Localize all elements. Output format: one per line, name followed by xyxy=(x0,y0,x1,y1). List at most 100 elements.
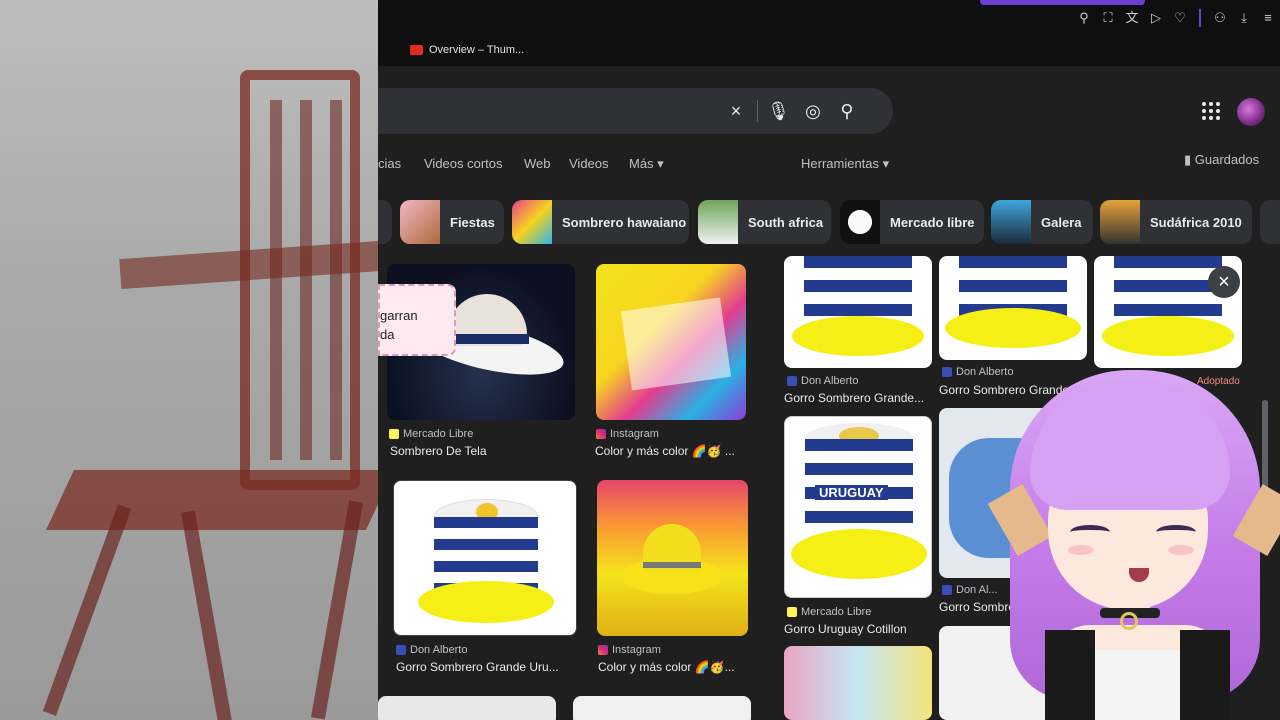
menu-icon[interactable]: ≡ xyxy=(1260,10,1276,26)
microphone-icon[interactable]: 🎙 xyxy=(767,100,790,122)
screenshot-icon[interactable]: ⛶ xyxy=(1100,10,1116,26)
avatar-eye xyxy=(1070,525,1110,539)
tab-videos[interactable]: Videos xyxy=(569,156,609,171)
chip-thumbnail xyxy=(1100,200,1140,244)
result-card[interactable]: Instagram Color y más color 🌈🥳 ... xyxy=(588,256,753,466)
chip-thumbnail xyxy=(698,200,738,244)
webcam-overlay xyxy=(0,0,378,720)
pin-icon[interactable]: ⚲ xyxy=(1076,10,1092,26)
vtuber-avatar-overlay xyxy=(930,340,1280,720)
overlay-line: da xyxy=(380,327,395,342)
preview-source: Don Alberto xyxy=(787,375,858,387)
youtube-icon xyxy=(410,45,423,55)
preview-title[interactable]: Gorro Sombrero Grande... xyxy=(784,391,934,405)
preview-title[interactable]: Gorro Uruguay Cotillon xyxy=(784,622,934,636)
result-image[interactable] xyxy=(597,480,748,636)
saved-button[interactable]: ▮ Guardados xyxy=(1184,152,1259,168)
toolbar-icons: ⚲ ⛶ 文 ▷ ♡ ⚇ ⤓ ≡ xyxy=(1076,9,1276,27)
profile-icon[interactable]: ⚇ xyxy=(1212,10,1228,26)
account-avatar[interactable] xyxy=(1237,98,1265,126)
bookmark-item[interactable]: Overview – Thum... xyxy=(410,44,524,56)
chip-thumbnail xyxy=(400,200,440,244)
avatar-eye xyxy=(1156,525,1196,539)
search-box[interactable]: × 🎙 ◎ ⚲ xyxy=(358,88,893,134)
heart-icon[interactable]: ♡ xyxy=(1172,10,1188,26)
chip-label: Sombrero hawaiano xyxy=(562,214,687,230)
hat-brim xyxy=(792,316,924,356)
related-chips: Fiestas Sombrero hawaiano South africa M… xyxy=(358,200,1280,244)
avatar-ring xyxy=(1120,612,1138,630)
avatar-blush xyxy=(1068,545,1094,555)
translate-icon[interactable]: 文 xyxy=(1124,10,1140,26)
chip-label: Fiestas xyxy=(450,214,495,230)
chair-leg xyxy=(42,504,132,716)
source-label: Don Alberto xyxy=(410,644,468,656)
source-label: Instagram xyxy=(612,644,661,656)
store-icon xyxy=(396,645,406,655)
result-card[interactable]: Instagram Color y más color 🌈🥳... xyxy=(588,472,753,692)
preview-source: Mercado Libre xyxy=(787,606,871,618)
bookmarks-bar: Overview – Thum... xyxy=(378,36,1280,66)
search-icon[interactable]: ⚲ xyxy=(836,100,858,122)
overlay-snippet: garran da xyxy=(378,284,456,356)
preview-image[interactable] xyxy=(784,256,932,368)
chip-sudafrica-2010[interactable]: Sudáfrica 2010 xyxy=(1100,200,1252,244)
mercadolibre-icon xyxy=(389,429,399,439)
send-icon[interactable]: ▷ xyxy=(1148,10,1164,26)
preview-image-partial[interactable] xyxy=(784,646,932,720)
close-preview-icon[interactable]: × xyxy=(1208,266,1240,298)
chair-leg xyxy=(181,510,233,720)
tools-label: Herramientas xyxy=(801,156,880,171)
result-source: Instagram xyxy=(598,644,661,656)
result-image[interactable] xyxy=(393,480,577,636)
result-source: Instagram xyxy=(596,428,659,440)
photo-frame xyxy=(620,297,732,391)
preview-image[interactable]: URUGUAY xyxy=(784,416,932,598)
tab-web[interactable]: Web xyxy=(524,156,551,171)
result-image-partial[interactable] xyxy=(378,696,556,720)
result-image-partial[interactable] xyxy=(573,696,751,720)
chip-label: Mercado libre xyxy=(890,214,975,230)
hat-text: URUGUAY xyxy=(815,485,888,500)
result-image[interactable] xyxy=(596,264,746,420)
clear-search-icon[interactable]: × xyxy=(725,100,747,122)
apps-grid-icon[interactable] xyxy=(1202,102,1220,120)
result-source: Mercado Libre xyxy=(389,428,473,440)
store-icon xyxy=(787,376,797,386)
chip-partial-right[interactable] xyxy=(1260,200,1280,244)
result-title[interactable]: Gorro Sombrero Grande Uru... xyxy=(396,660,583,674)
avatar-strap xyxy=(1045,630,1095,720)
result-title[interactable]: Sombrero De Tela xyxy=(390,444,578,458)
tab-indicator xyxy=(980,0,1145,5)
chip-south-africa[interactable]: South africa xyxy=(698,200,831,244)
chip-mercado-libre[interactable]: Mercado libre xyxy=(840,200,984,244)
result-card[interactable]: Don Alberto Gorro Sombrero Grande Uru... xyxy=(378,472,583,692)
chip-fiestas[interactable]: Fiestas xyxy=(400,200,504,244)
overlay-line: garran xyxy=(380,308,418,323)
result-source: Don Alberto xyxy=(396,644,467,656)
chip-label: Galera xyxy=(1041,214,1082,230)
source-label: Mercado Libre xyxy=(801,606,872,618)
hat-band xyxy=(643,562,701,568)
instagram-icon xyxy=(596,429,606,439)
result-title[interactable]: Color y más color 🌈🥳... xyxy=(598,660,753,674)
browser-toolbar: ⚲ ⛶ 文 ▷ ♡ ⚇ ⤓ ≡ xyxy=(378,0,1280,36)
hat-brim xyxy=(418,581,554,623)
mercadolibre-icon xyxy=(787,607,797,617)
result-card[interactable]: garran da Mercado Libre Sombrero De Tela xyxy=(378,256,578,466)
search-divider xyxy=(757,100,758,122)
chair-slat xyxy=(300,100,312,460)
chip-sombrero-hawaiano[interactable]: Sombrero hawaiano xyxy=(512,200,689,244)
lens-icon[interactable]: ◎ xyxy=(802,100,824,122)
tab-more[interactable]: Más ▾ xyxy=(629,156,664,172)
tab-short-videos[interactable]: Videos cortos xyxy=(424,156,503,171)
saved-label: Guardados xyxy=(1194,152,1260,167)
tab-news[interactable]: cias xyxy=(378,156,401,171)
chip-thumbnail xyxy=(512,200,552,244)
download-icon[interactable]: ⤓ xyxy=(1236,10,1252,26)
tools-button[interactable]: Herramientas ▾ xyxy=(801,156,889,172)
chip-thumbnail xyxy=(840,200,880,244)
chip-galera[interactable]: Galera xyxy=(991,200,1093,244)
source-label: Mercado Libre xyxy=(403,428,474,440)
result-title[interactable]: Color y más color 🌈🥳 ... xyxy=(595,444,750,458)
